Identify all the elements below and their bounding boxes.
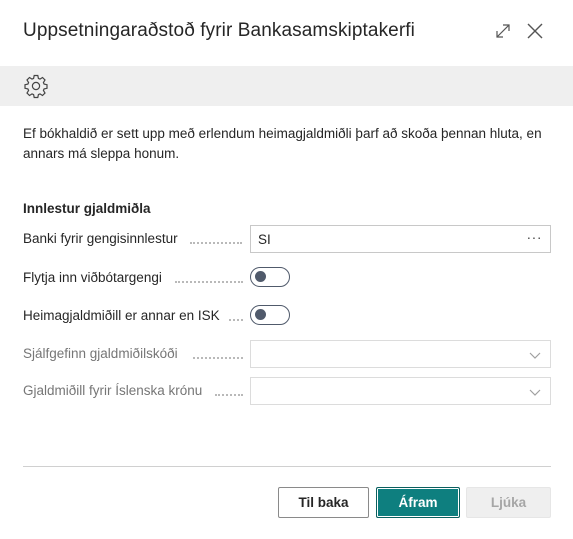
intro-text: Ef bókhaldið er sett upp með erlendum he… [23,126,542,161]
more-options-button[interactable]: ··· [527,229,543,245]
toggle-knob [255,271,266,282]
import-additional-rates-toggle[interactable] [250,267,290,287]
expand-button[interactable] [490,18,516,44]
finish-button[interactable]: Ljúka [466,487,551,518]
field-row-isk-currency: Gjaldmiðill fyrir Íslenska krónu [23,377,551,405]
field-value: SI [258,232,271,247]
footer-divider [23,466,551,467]
action-bar [0,66,573,106]
leader-dots [190,242,242,244]
field-row-import-additional-rates: Flytja inn viðbótargengi [23,264,551,292]
expand-icon [496,24,510,38]
dialog-title: Uppsetningaraðstoð fyrir Bankasamskiptak… [23,20,415,41]
field-label: Flytja inn viðbótargengi [23,270,162,285]
default-currency-code-dropdown[interactable] [250,340,551,368]
toggle-knob [255,309,266,320]
setup-wizard-dialog: Uppsetningaraðstoð fyrir Bankasamskiptak… [0,0,573,539]
chevron-down-icon [529,389,541,396]
gear-icon [24,74,48,99]
field-row-local-currency-not-isk: Heimagjaldmiðill er annar en ISK [23,302,551,330]
field-row-default-currency-code: Sjálfgefinn gjaldmiðilskóði [23,340,551,368]
local-currency-not-isk-toggle[interactable] [250,305,290,325]
leader-dots [229,319,243,321]
close-icon [527,23,543,39]
field-label: Gjaldmiðill fyrir Íslenska krónu [23,383,203,398]
close-button[interactable] [522,18,548,44]
field-label: Banki fyrir gengisinnlestur [23,231,178,246]
exchange-bank-field[interactable]: SI ··· [250,225,551,253]
leader-dots [175,281,243,283]
next-button[interactable]: Áfram [376,487,460,518]
leader-dots [193,357,243,359]
settings-button[interactable] [23,73,49,99]
isk-currency-dropdown[interactable] [250,377,551,405]
leader-dots [215,394,243,396]
field-label: Heimagjaldmiðill er annar en ISK [23,308,220,323]
field-row-exchange-bank: Banki fyrir gengisinnlestur SI ··· [23,225,551,253]
field-label: Sjálfgefinn gjaldmiðilskóði [23,346,178,361]
section-title: Innlestur gjaldmiðla [23,201,151,216]
back-button[interactable]: Til baka [278,487,369,518]
chevron-down-icon [529,352,541,359]
